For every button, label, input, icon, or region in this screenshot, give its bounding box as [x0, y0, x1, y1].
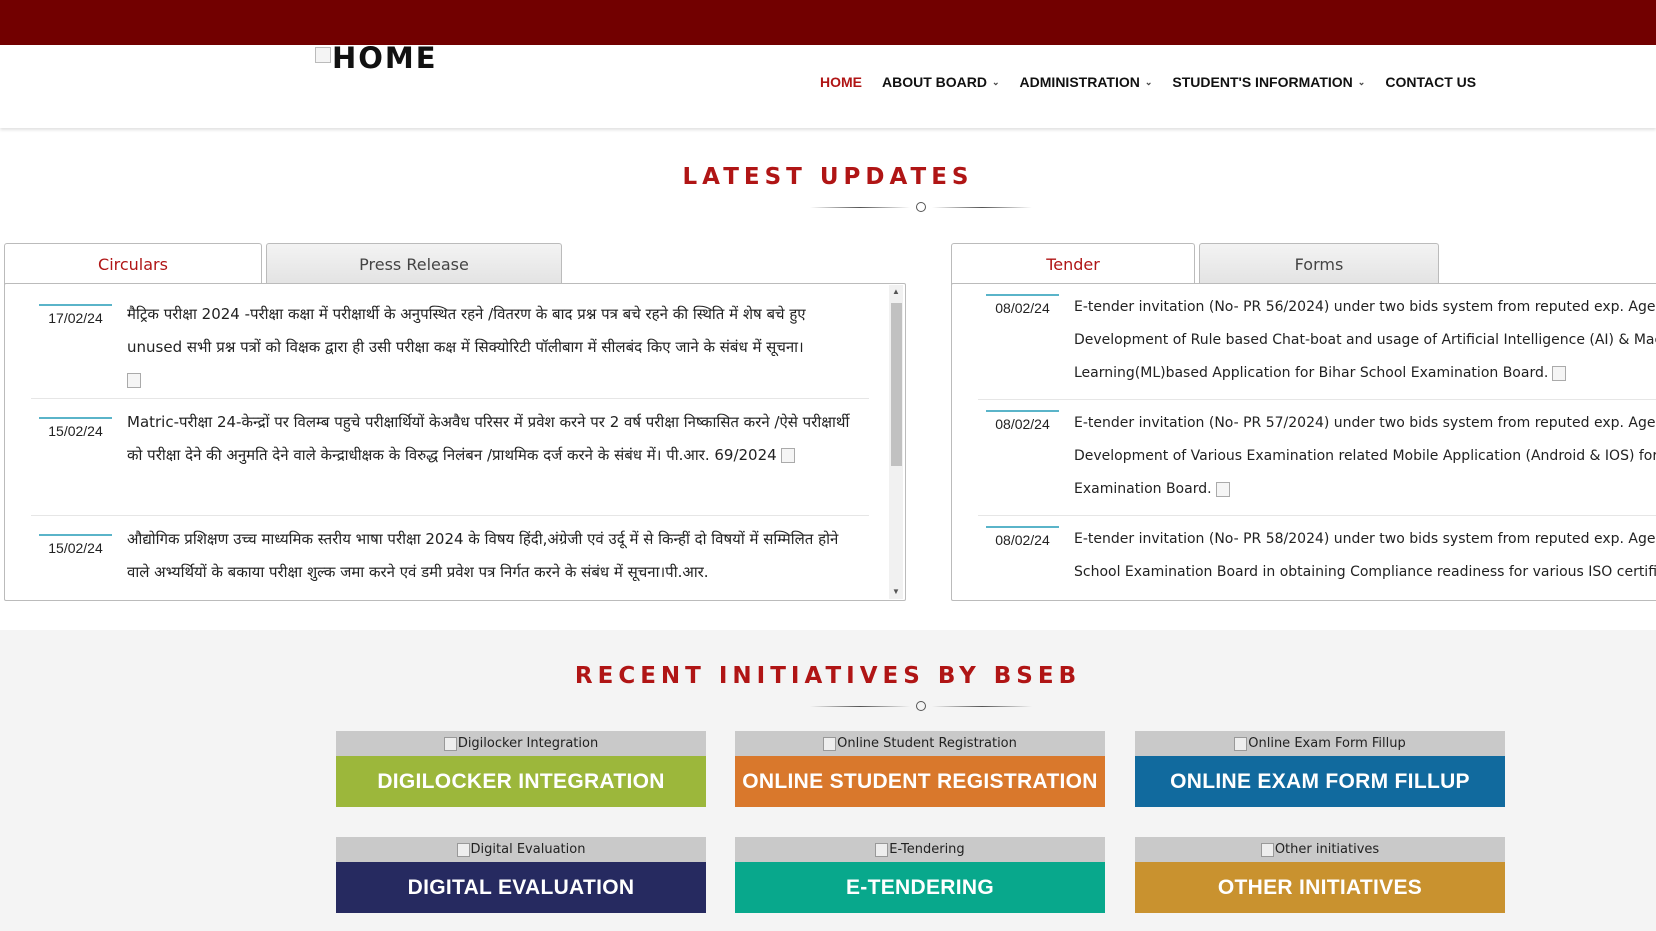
site-header: HOME HOME ABOUT BOARD ⌄ ADMINISTRATION ⌄ S… — [0, 41, 1656, 128]
tile-label[interactable]: DIGILOCKER INTEGRATION — [336, 756, 706, 807]
item-date: 08/02/24 — [986, 526, 1059, 548]
nav-home[interactable]: HOME — [820, 74, 862, 90]
tile-online-exam-form-fillup[interactable]: Online Exam Form Fillup ONLINE EXAM FORM… — [1135, 731, 1505, 807]
tile-image-alt: Digilocker Integration — [457, 736, 599, 751]
tender-list[interactable]: 08/02/24 E-tender invitation (No- PR 56/… — [978, 284, 1656, 600]
item-date: 08/02/24 — [986, 410, 1059, 432]
tab-circulars[interactable]: Circulars — [4, 243, 262, 285]
latest-updates-title: LATEST UPDATES — [682, 164, 974, 190]
nav-about-board-label: ABOUT BOARD — [882, 74, 987, 90]
tile-image-alt: E-Tendering — [889, 842, 965, 857]
list-item[interactable]: 17/02/24 मैट्रिक परीक्षा 2024 -परीक्षा क… — [31, 286, 869, 399]
tile-image-alt: Digital Evaluation — [470, 842, 586, 857]
list-item[interactable]: 15/02/24 औद्योगिक प्रशिक्षण उच्च माध्यमि… — [31, 516, 869, 598]
broken-image-icon — [443, 736, 457, 751]
chevron-down-icon: ⌄ — [992, 76, 1000, 87]
item-date: 15/02/24 — [39, 417, 112, 439]
chevron-down-icon: ⌄ — [1357, 76, 1366, 87]
tile-label[interactable]: DIGITAL EVALUATION — [336, 862, 706, 913]
tile-label[interactable]: E-TENDERING — [735, 862, 1105, 913]
tender-panel: 08/02/24 E-tender invitation (No- PR 56/… — [951, 283, 1656, 601]
circulars-scrollbar[interactable]: ▲ ▼ — [889, 285, 903, 599]
main-nav: HOME ABOUT BOARD ⌄ ADMINISTRATION ⌄ STUDEN… — [820, 74, 1476, 90]
broken-image-icon — [875, 842, 889, 857]
scroll-up-icon[interactable]: ▲ — [889, 285, 903, 299]
circulars-list[interactable]: 17/02/24 मैट्रिक परीक्षा 2024 -परीक्षा क… — [31, 286, 869, 598]
nav-contact-us-label: CONTACT US — [1385, 74, 1477, 90]
section-divider — [0, 701, 1656, 711]
item-text-line: Learning(ML)based Application for Bihar … — [1074, 365, 1549, 381]
tile-image-alt: Online Exam Form Fillup — [1248, 736, 1406, 751]
tab-tender[interactable]: Tender — [951, 243, 1195, 285]
item-text-line: E-tender invitation (No- PR 58/2024) und… — [1074, 531, 1656, 547]
tile-image-alt: Online Student Registration — [837, 736, 1017, 751]
list-item[interactable]: 08/02/24 E-tender invitation (No- PR 56/… — [978, 284, 1656, 400]
item-text-line: E-tender invitation (No- PR 57/2024) und… — [1074, 415, 1656, 431]
list-item[interactable]: 08/02/24 E-tender invitation (No- PR 58/… — [978, 516, 1656, 600]
nav-administration[interactable]: ADMINISTRATION ⌄ — [1020, 74, 1153, 90]
tab-press-release[interactable]: Press Release — [266, 243, 562, 284]
nav-students-information-label: STUDENT'S INFORMATION — [1172, 74, 1353, 90]
item-text-line: Development of Various Examination relat… — [1074, 448, 1656, 464]
divider-circle-icon — [916, 701, 926, 711]
initiatives-title: RECENT INITIATIVES BY BSEB — [574, 663, 1082, 689]
logo-alt-text: HOME — [332, 41, 438, 75]
tile-label[interactable]: OTHER INITIATIVES — [1135, 862, 1505, 913]
broken-image-icon — [315, 47, 331, 63]
tile-e-tendering[interactable]: E-Tendering E-TENDERING — [735, 837, 1105, 913]
tile-label[interactable]: ONLINE STUDENT REGISTRATION — [735, 756, 1105, 807]
tile-digital-evaluation[interactable]: Digital Evaluation DIGITAL EVALUATION — [336, 837, 706, 913]
logo-link[interactable]: HOME — [315, 41, 438, 79]
broken-image-icon — [823, 736, 837, 751]
broken-image-icon — [1552, 365, 1567, 381]
list-item[interactable]: 08/02/24 E-tender invitation (No- PR 57/… — [978, 400, 1656, 516]
tab-forms[interactable]: Forms — [1199, 243, 1439, 284]
nav-about-board[interactable]: ABOUT BOARD ⌄ — [882, 74, 1000, 90]
tender-tabs: Tender Forms — [951, 243, 1439, 285]
scroll-down-icon[interactable]: ▼ — [889, 585, 903, 599]
tile-label[interactable]: ONLINE EXAM FORM FILLUP — [1135, 756, 1505, 807]
tile-image-alt: Other initiatives — [1274, 842, 1380, 857]
item-text: औद्योगिक प्रशिक्षण उच्च माध्यमिक स्तरीय … — [127, 530, 839, 581]
broken-image-icon — [1260, 842, 1274, 857]
circulars-tabs: Circulars Press Release — [4, 243, 562, 285]
tile-online-student-registration[interactable]: Online Student Registration ONLINE STUDE… — [735, 731, 1105, 807]
top-bar — [0, 0, 1656, 45]
item-text-line: School Examination Board in obtaining Co… — [1074, 564, 1656, 580]
scrollbar-thumb[interactable] — [891, 303, 902, 466]
section-divider — [0, 202, 1656, 212]
list-item[interactable]: 15/02/24 Matric-परीक्षा 24-केन्द्रों पर … — [31, 399, 869, 516]
nav-home-label: HOME — [820, 74, 862, 90]
nav-contact-us[interactable]: CONTACT US — [1385, 74, 1476, 90]
divider-circle-icon — [916, 202, 926, 212]
broken-image-icon — [780, 448, 795, 463]
broken-image-icon — [456, 842, 470, 857]
broken-image-icon — [1215, 481, 1230, 497]
chevron-down-icon: ⌄ — [1144, 76, 1153, 87]
item-text: Matric-परीक्षा 24-केन्द्रों पर विलम्ब पह… — [127, 413, 850, 464]
broken-image-icon — [127, 373, 141, 388]
item-date: 08/02/24 — [986, 294, 1059, 316]
item-text: मैट्रिक परीक्षा 2024 -परीक्षा कक्षा में … — [127, 305, 806, 356]
item-date: 17/02/24 — [39, 304, 112, 326]
nav-administration-label: ADMINISTRATION — [1019, 74, 1140, 90]
item-date: 15/02/24 — [39, 534, 112, 556]
tile-digilocker-integration[interactable]: Digilocker Integration DIGILOCKER INTEGR… — [336, 731, 706, 807]
item-text-line: Examination Board. — [1074, 481, 1212, 497]
circulars-panel: 17/02/24 मैट्रिक परीक्षा 2024 -परीक्षा क… — [4, 283, 906, 601]
tile-other-initiatives[interactable]: Other initiatives OTHER INITIATIVES — [1135, 837, 1505, 913]
item-text-line: Development of Rule based Chat-boat and … — [1074, 332, 1656, 348]
item-text-line: E-tender invitation (No- PR 56/2024) und… — [1074, 299, 1656, 315]
nav-students-information[interactable]: STUDENT'S INFORMATION ⌄ — [1172, 74, 1365, 90]
broken-image-icon — [1234, 736, 1248, 751]
